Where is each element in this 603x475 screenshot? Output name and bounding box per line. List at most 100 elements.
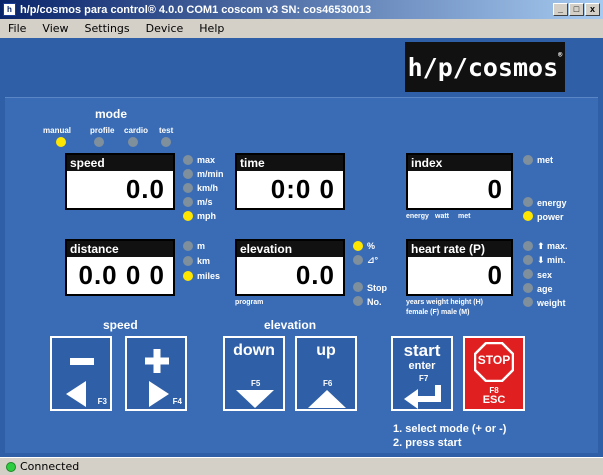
- menu-help[interactable]: Help: [191, 22, 232, 35]
- index-display-label: index: [408, 155, 511, 171]
- index-energy-indicator[interactable]: [523, 197, 533, 207]
- elevation-value: 0.0: [295, 260, 335, 290]
- elevation-stop-indicator[interactable]: [353, 282, 363, 292]
- close-button[interactable]: x: [585, 3, 600, 16]
- speed-unit-ms-indicator[interactable]: [183, 197, 193, 207]
- up-arrow-icon: [308, 390, 346, 408]
- index-option-energy: energy: [537, 198, 567, 208]
- distance-display: distance 0.0 0 0: [65, 239, 175, 296]
- f4-key-label: F4: [172, 397, 182, 406]
- start-sub-label: enter: [408, 360, 436, 372]
- index-value: 0: [487, 174, 503, 204]
- distance-unit-km: km: [197, 256, 211, 266]
- speed-display-label: speed: [67, 155, 173, 171]
- time-display-label: time: [237, 155, 343, 171]
- elevation-unit-degree-indicator[interactable]: [353, 255, 363, 265]
- heart-max-indicator[interactable]: [523, 241, 533, 251]
- elevation-up-button[interactable]: up F6: [295, 336, 357, 411]
- elevation-unit-percent: %: [367, 241, 376, 251]
- time-display: time 0:0 0: [235, 153, 345, 210]
- speed-unit-mph-indicator[interactable]: [183, 211, 193, 221]
- heart-sub-line1: years weight height (H): [406, 299, 484, 306]
- elevation-display-label: elevation: [237, 241, 343, 257]
- minus-icon: [70, 358, 94, 365]
- heart-option-max: ⬆ max.: [537, 241, 568, 251]
- stop-button[interactable]: STOP F8 ESC: [463, 336, 525, 411]
- menu-file[interactable]: File: [0, 22, 34, 35]
- speed-plus-button[interactable]: F4: [125, 336, 187, 411]
- hp-cosmos-logo: h/p/cosmos ®: [405, 42, 565, 92]
- status-bar: Connected: [0, 457, 603, 475]
- mode-title: mode: [95, 107, 128, 121]
- speed-unit-max-indicator[interactable]: [183, 155, 193, 165]
- elevation-unit-percent-indicator[interactable]: [353, 241, 363, 251]
- instruction-line-2: 2. press start: [393, 437, 462, 449]
- maximize-button[interactable]: □: [569, 3, 584, 16]
- right-arrow-icon: [149, 381, 169, 407]
- index-option-met: met: [537, 155, 554, 165]
- heart-age-indicator[interactable]: [523, 283, 533, 293]
- mode-profile-indicator[interactable]: [94, 137, 104, 147]
- esc-label: ESC: [482, 394, 506, 406]
- distance-unit-miles: miles: [197, 271, 221, 281]
- elevation-down-button[interactable]: down F5: [223, 336, 285, 411]
- speed-unit-mmin-indicator[interactable]: [183, 169, 193, 179]
- down-label: down: [233, 342, 275, 359]
- f3-key-label: F3: [97, 397, 107, 406]
- distance-unit-miles-indicator[interactable]: [183, 271, 193, 281]
- heart-sex-indicator[interactable]: [523, 269, 533, 279]
- mode-test-indicator[interactable]: [161, 137, 171, 147]
- f5-key-label: F5: [251, 379, 261, 388]
- index-option-power: power: [537, 212, 564, 222]
- title-bar[interactable]: h h/p/cosmos para control® 4.0.0 COM1 co…: [0, 0, 603, 19]
- heart-rate-value: 0: [487, 260, 503, 290]
- heart-min-indicator[interactable]: [523, 255, 533, 265]
- speed-display: speed 0.0: [65, 153, 175, 210]
- menu-bar: File View Settings Device Help: [0, 19, 603, 38]
- f7-key-label: F7: [419, 374, 429, 383]
- plus-icon: [145, 349, 169, 373]
- distance-unit-km-indicator[interactable]: [183, 256, 193, 266]
- mode-label-cardio: cardio: [124, 126, 149, 135]
- speed-unit-kmh: km/h: [197, 183, 219, 193]
- speed-unit-kmh-indicator[interactable]: [183, 183, 193, 193]
- index-sub-watt: watt: [435, 213, 449, 220]
- start-button[interactable]: start enter F7: [391, 336, 453, 411]
- heart-sub-line2: female (F) male (M): [406, 309, 470, 316]
- speed-value: 0.0: [125, 174, 165, 204]
- enter-arrow-icon: [404, 385, 441, 409]
- window-title: h/p/cosmos para control® 4.0.0 COM1 cosc…: [20, 3, 372, 16]
- menu-view[interactable]: View: [34, 22, 76, 35]
- minimize-button[interactable]: _: [553, 3, 568, 16]
- main-area: h/p/cosmos ® mode manual profile cardio t…: [0, 38, 603, 457]
- menu-settings[interactable]: Settings: [77, 22, 138, 35]
- down-arrow-icon: [236, 390, 274, 408]
- mode-label-manual: manual: [43, 126, 72, 135]
- index-sub-energy: energy: [406, 213, 429, 220]
- speed-unit-max: max: [197, 155, 216, 165]
- index-met-indicator[interactable]: [523, 155, 533, 165]
- index-power-indicator[interactable]: [523, 211, 533, 221]
- app-icon[interactable]: h: [3, 3, 16, 16]
- instruction-line-1: 1. select mode (+ or -): [393, 423, 507, 435]
- connection-status-icon: [6, 461, 16, 472]
- up-label: up: [316, 342, 336, 359]
- mode-label-profile: profile: [90, 126, 115, 135]
- elevation-no-indicator[interactable]: [353, 296, 363, 306]
- index-sub-met: met: [458, 213, 471, 220]
- left-arrow-icon: [66, 381, 86, 407]
- control-panel: mode manual profile cardio test speed 0.…: [5, 97, 598, 453]
- distance-unit-m-indicator[interactable]: [183, 241, 193, 251]
- elevation-display: elevation 0.0: [235, 239, 345, 296]
- mode-manual-indicator[interactable]: [56, 137, 66, 147]
- time-value: 0:0 0: [270, 174, 335, 204]
- connection-status-text: Connected: [20, 460, 80, 473]
- speed-minus-button[interactable]: F3: [50, 336, 112, 411]
- menu-device[interactable]: Device: [138, 22, 192, 35]
- heart-option-age: age: [537, 284, 553, 294]
- heart-weight-indicator[interactable]: [523, 297, 533, 307]
- mode-cardio-indicator[interactable]: [128, 137, 138, 147]
- heart-rate-display-label: heart rate (P): [408, 241, 511, 257]
- distance-unit-m: m: [197, 241, 206, 251]
- speed-unit-mmin: m/min: [197, 169, 224, 179]
